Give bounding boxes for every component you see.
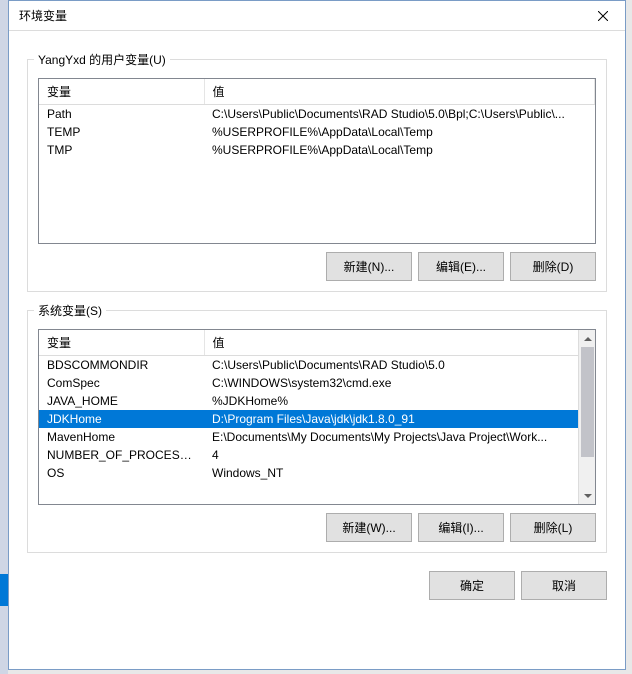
user-vars-group: YangYxd 的用户变量(U) 变量 值 PathC:\Users\Publi… <box>27 59 607 292</box>
table-row[interactable]: BDSCOMMONDIRC:\Users\Public\Documents\RA… <box>39 356 595 375</box>
var-value: C:\WINDOWS\system32\cmd.exe <box>204 374 595 392</box>
table-row[interactable]: TMP%USERPROFILE%\AppData\Local\Temp <box>39 141 595 159</box>
var-name: JAVA_HOME <box>39 392 204 410</box>
var-value: Windows_NT <box>204 464 595 482</box>
user-vars-legend: YangYxd 的用户变量(U) <box>34 51 170 68</box>
sys-new-button[interactable]: 新建(W)... <box>326 513 412 542</box>
var-value: D:\Program Files\Java\jdk\jdk1.8.0_91 <box>204 410 595 428</box>
table-row[interactable]: NUMBER_OF_PROCESSORS4 <box>39 446 595 464</box>
sys-edit-button[interactable]: 编辑(I)... <box>418 513 504 542</box>
titlebar: 环境变量 <box>9 1 625 31</box>
scroll-thumb[interactable] <box>581 347 594 457</box>
var-value: 4 <box>204 446 595 464</box>
sys-vars-legend: 系统变量(S) <box>34 302 106 319</box>
table-row[interactable]: PathC:\Users\Public\Documents\RAD Studio… <box>39 105 595 124</box>
user-col-var[interactable]: 变量 <box>39 79 204 105</box>
sys-col-val[interactable]: 值 <box>204 330 595 356</box>
var-name: Path <box>39 105 204 124</box>
close-icon <box>598 11 608 21</box>
cancel-button[interactable]: 取消 <box>521 571 607 600</box>
user-col-val[interactable]: 值 <box>204 79 595 105</box>
user-delete-button[interactable]: 删除(D) <box>510 252 596 281</box>
user-edit-button[interactable]: 编辑(E)... <box>418 252 504 281</box>
var-name: TEMP <box>39 123 204 141</box>
var-name: NUMBER_OF_PROCESSORS <box>39 446 204 464</box>
var-value: %USERPROFILE%\AppData\Local\Temp <box>204 123 595 141</box>
var-value: %JDKHome% <box>204 392 595 410</box>
var-value: C:\Users\Public\Documents\RAD Studio\5.0… <box>204 105 595 124</box>
scroll-down-icon[interactable] <box>579 487 596 504</box>
var-name: BDSCOMMONDIR <box>39 356 204 375</box>
var-value: C:\Users\Public\Documents\RAD Studio\5.0 <box>204 356 595 375</box>
user-new-button[interactable]: 新建(N)... <box>326 252 412 281</box>
var-name: MavenHome <box>39 428 204 446</box>
close-button[interactable] <box>580 1 625 31</box>
sys-vars-group: 系统变量(S) 变量 值 BDSCOMMONDIRC:\Users\Public… <box>27 310 607 553</box>
sys-scrollbar[interactable] <box>578 330 595 504</box>
dialog-title: 环境变量 <box>19 7 67 24</box>
var-name: OS <box>39 464 204 482</box>
table-row[interactable]: ComSpecC:\WINDOWS\system32\cmd.exe <box>39 374 595 392</box>
table-row[interactable]: TEMP%USERPROFILE%\AppData\Local\Temp <box>39 123 595 141</box>
var-value: %USERPROFILE%\AppData\Local\Temp <box>204 141 595 159</box>
user-vars-table[interactable]: 变量 值 PathC:\Users\Public\Documents\RAD S… <box>38 78 596 244</box>
sys-vars-table[interactable]: 变量 值 BDSCOMMONDIRC:\Users\Public\Documen… <box>38 329 596 505</box>
var-name: TMP <box>39 141 204 159</box>
ok-button[interactable]: 确定 <box>429 571 515 600</box>
table-row[interactable]: OSWindows_NT <box>39 464 595 482</box>
var-name: ComSpec <box>39 374 204 392</box>
scroll-up-icon[interactable] <box>579 330 596 347</box>
sys-delete-button[interactable]: 删除(L) <box>510 513 596 542</box>
var-value: E:\Documents\My Documents\My Projects\Ja… <box>204 428 595 446</box>
sys-col-var[interactable]: 变量 <box>39 330 204 356</box>
table-row[interactable]: MavenHomeE:\Documents\My Documents\My Pr… <box>39 428 595 446</box>
var-name: JDKHome <box>39 410 204 428</box>
env-vars-dialog: 环境变量 YangYxd 的用户变量(U) 变量 值 PathC:\Users\… <box>8 0 626 670</box>
table-row[interactable]: JDKHomeD:\Program Files\Java\jdk\jdk1.8.… <box>39 410 595 428</box>
table-row[interactable]: JAVA_HOME%JDKHome% <box>39 392 595 410</box>
